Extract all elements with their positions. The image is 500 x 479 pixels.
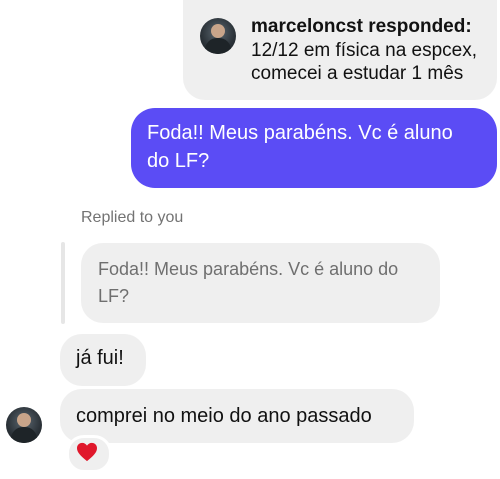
- quoted-message-line-2: LF?: [98, 286, 130, 306]
- quoted-message-line-1: Foda!! Meus parabéns. Vc é aluno do: [98, 259, 399, 279]
- incoming-message-text: já fui!: [76, 347, 124, 369]
- story-reply-line-1: 12/12 em física na espcex,: [251, 40, 478, 61]
- quoted-message-bubble[interactable]: [81, 243, 440, 323]
- outgoing-message-line-2: do LF?: [147, 150, 210, 172]
- story-reply-line-2: comecei a estudar 1 mês: [251, 63, 464, 84]
- reply-indicator-bar: [61, 242, 65, 324]
- replied-to-you-label: Replied to you: [81, 209, 184, 226]
- story-reply-author: marceloncst responded:: [251, 16, 472, 37]
- sender-avatar[interactable]: [6, 407, 42, 443]
- story-author-avatar[interactable]: [200, 18, 236, 54]
- outgoing-message-line-1: Foda!! Meus parabéns. Vc é aluno: [147, 122, 453, 144]
- outgoing-message-bubble[interactable]: [131, 108, 497, 188]
- red-heart-icon: [77, 442, 97, 462]
- incoming-message-text: comprei no meio do ano passado: [76, 405, 372, 427]
